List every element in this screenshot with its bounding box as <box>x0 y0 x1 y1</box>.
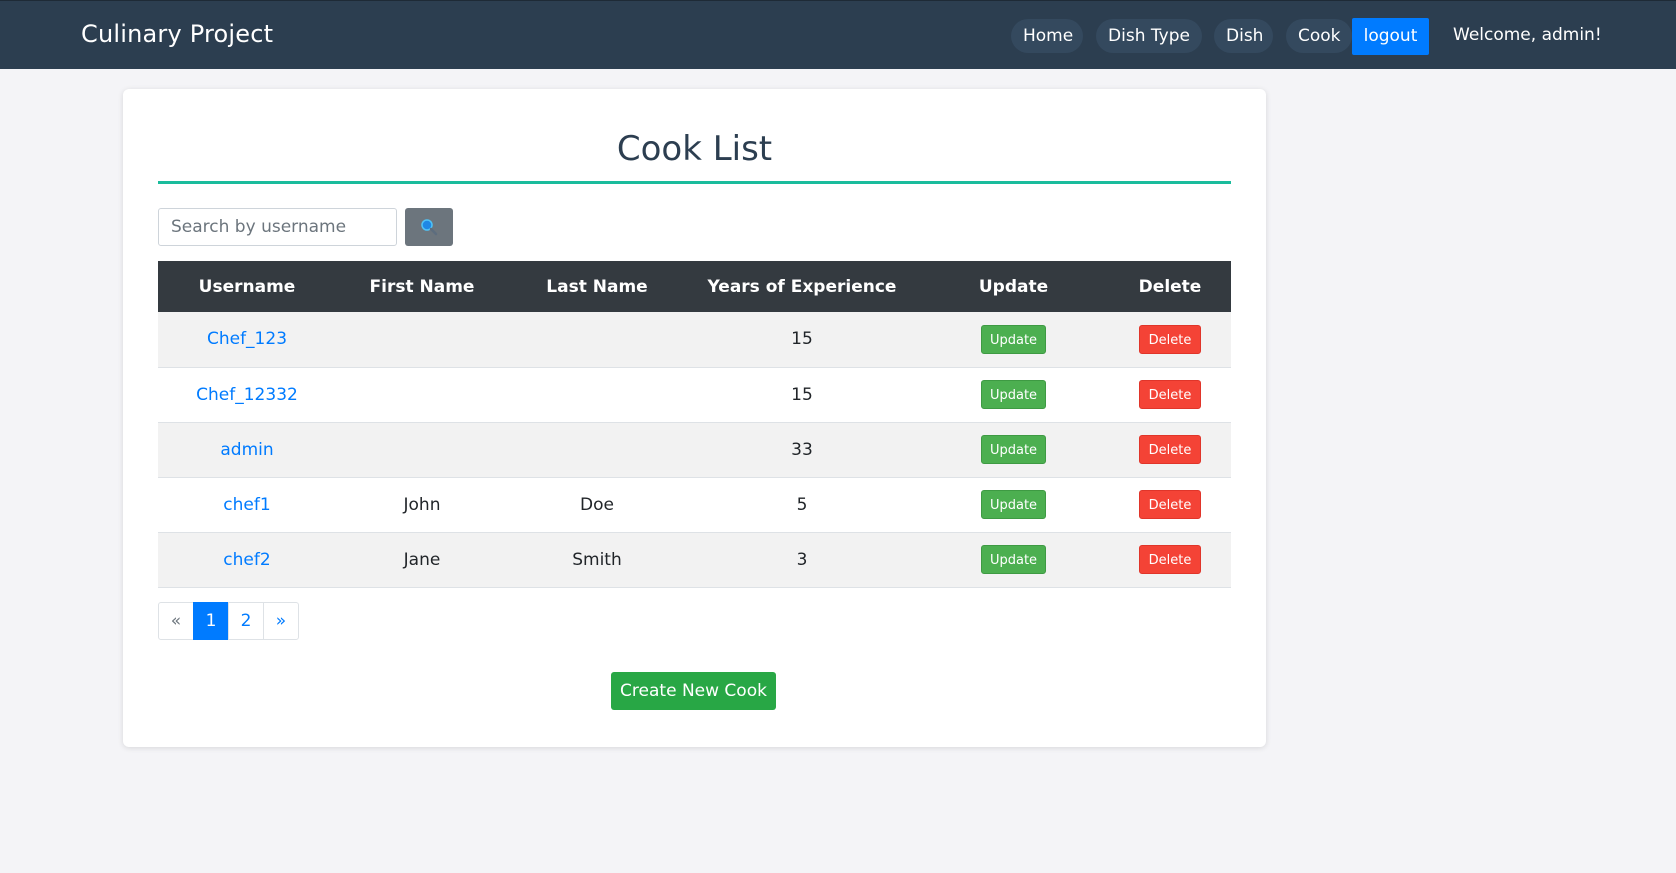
search-icon <box>421 219 438 236</box>
table-row: chef2 Jane Smith 3 Update Delete <box>158 532 1231 588</box>
welcome-text: Welcome, admin! <box>1453 25 1602 45</box>
username-link[interactable]: Chef_123 <box>207 329 287 349</box>
pagination-page-2[interactable]: 2 <box>228 602 264 640</box>
cell-update: Update <box>918 477 1109 533</box>
table-row: Chef_123 15 Update Delete <box>158 312 1231 368</box>
pagination-page-1[interactable]: 1 <box>193 602 229 640</box>
cell-username: Chef_123 <box>158 312 336 368</box>
cell-years: 15 <box>686 312 918 368</box>
cell-first-name: John <box>336 477 508 533</box>
search-button[interactable] <box>405 208 453 246</box>
username-link[interactable]: Chef_12332 <box>196 385 298 405</box>
delete-button[interactable]: Delete <box>1139 435 1201 464</box>
cell-last-name <box>508 312 686 368</box>
cook-list-card: Cook List Username First Name Last Name … <box>123 89 1266 747</box>
header-update: Update <box>918 261 1109 312</box>
nav-link-dish-type[interactable]: Dish Type <box>1096 19 1202 53</box>
cell-years: 15 <box>686 367 918 423</box>
cell-delete: Delete <box>1109 422 1231 478</box>
update-button[interactable]: Update <box>981 435 1046 464</box>
cell-username: chef2 <box>158 532 336 588</box>
delete-button[interactable]: Delete <box>1139 490 1201 519</box>
update-button[interactable]: Update <box>981 490 1046 519</box>
cell-years: 5 <box>686 477 918 533</box>
cell-last-name: Doe <box>508 477 686 533</box>
search-input[interactable] <box>158 208 397 246</box>
table-row: Chef_12332 15 Update Delete <box>158 367 1231 423</box>
title-divider <box>158 181 1231 184</box>
delete-button[interactable]: Delete <box>1139 324 1201 354</box>
header-years: Years of Experience <box>686 261 918 312</box>
create-new-cook-button[interactable]: Create New Cook <box>611 672 776 710</box>
cell-last-name <box>508 367 686 423</box>
update-button[interactable]: Update <box>981 545 1046 574</box>
cell-last-name: Smith <box>508 532 686 588</box>
header-delete: Delete <box>1109 261 1231 312</box>
cell-delete: Delete <box>1109 367 1231 423</box>
cell-update: Update <box>918 532 1109 588</box>
nav-link-dish[interactable]: Dish <box>1214 19 1273 53</box>
cell-delete: Delete <box>1109 477 1231 533</box>
delete-button[interactable]: Delete <box>1139 380 1201 409</box>
update-button[interactable]: Update <box>981 324 1046 354</box>
nav-link-cook[interactable]: Cook <box>1286 19 1352 53</box>
cook-table: Username First Name Last Name Years of E… <box>158 261 1231 588</box>
header-first-name: First Name <box>336 261 508 312</box>
cell-username: admin <box>158 422 336 478</box>
brand-title[interactable]: Culinary Project <box>81 20 273 48</box>
cell-first-name <box>336 367 508 423</box>
table-row: admin 33 Update Delete <box>158 422 1231 478</box>
cell-update: Update <box>918 422 1109 478</box>
cell-username: Chef_12332 <box>158 367 336 423</box>
update-button[interactable]: Update <box>981 380 1046 409</box>
cell-years: 3 <box>686 532 918 588</box>
pagination-prev[interactable]: « <box>158 602 194 640</box>
cell-first-name <box>336 312 508 368</box>
navbar: Culinary Project Home Dish Type Dish Coo… <box>0 0 1676 69</box>
table-header-row: Username First Name Last Name Years of E… <box>158 261 1231 312</box>
table-row: chef1 John Doe 5 Update Delete <box>158 477 1231 533</box>
cell-first-name: Jane <box>336 532 508 588</box>
pagination: « 1 2 » <box>158 602 299 640</box>
username-link[interactable]: admin <box>220 440 273 460</box>
pagination-next[interactable]: » <box>263 602 299 640</box>
header-username: Username <box>158 261 336 312</box>
cell-delete: Delete <box>1109 312 1231 368</box>
delete-button[interactable]: Delete <box>1139 545 1201 574</box>
logout-button[interactable]: logout <box>1352 18 1429 55</box>
cell-update: Update <box>918 367 1109 423</box>
cell-update: Update <box>918 312 1109 368</box>
cell-delete: Delete <box>1109 532 1231 588</box>
cell-first-name <box>336 422 508 478</box>
page-title: Cook List <box>616 129 773 169</box>
username-link[interactable]: chef1 <box>223 495 270 515</box>
cell-years: 33 <box>686 422 918 478</box>
cell-username: chef1 <box>158 477 336 533</box>
username-link[interactable]: chef2 <box>223 550 270 570</box>
nav-link-home[interactable]: Home <box>1011 19 1083 53</box>
header-last-name: Last Name <box>508 261 686 312</box>
cell-last-name <box>508 422 686 478</box>
